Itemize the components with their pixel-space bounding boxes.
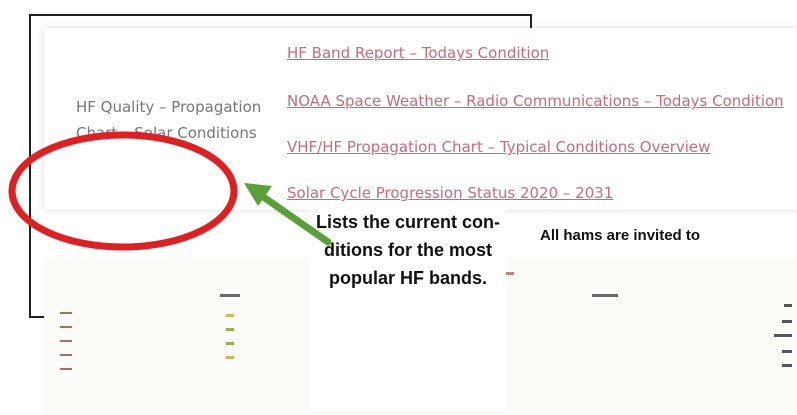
annotation-overlay (8, 131, 332, 251)
red-highlight-circle (8, 131, 238, 251)
green-arrow-shaft (258, 192, 332, 246)
